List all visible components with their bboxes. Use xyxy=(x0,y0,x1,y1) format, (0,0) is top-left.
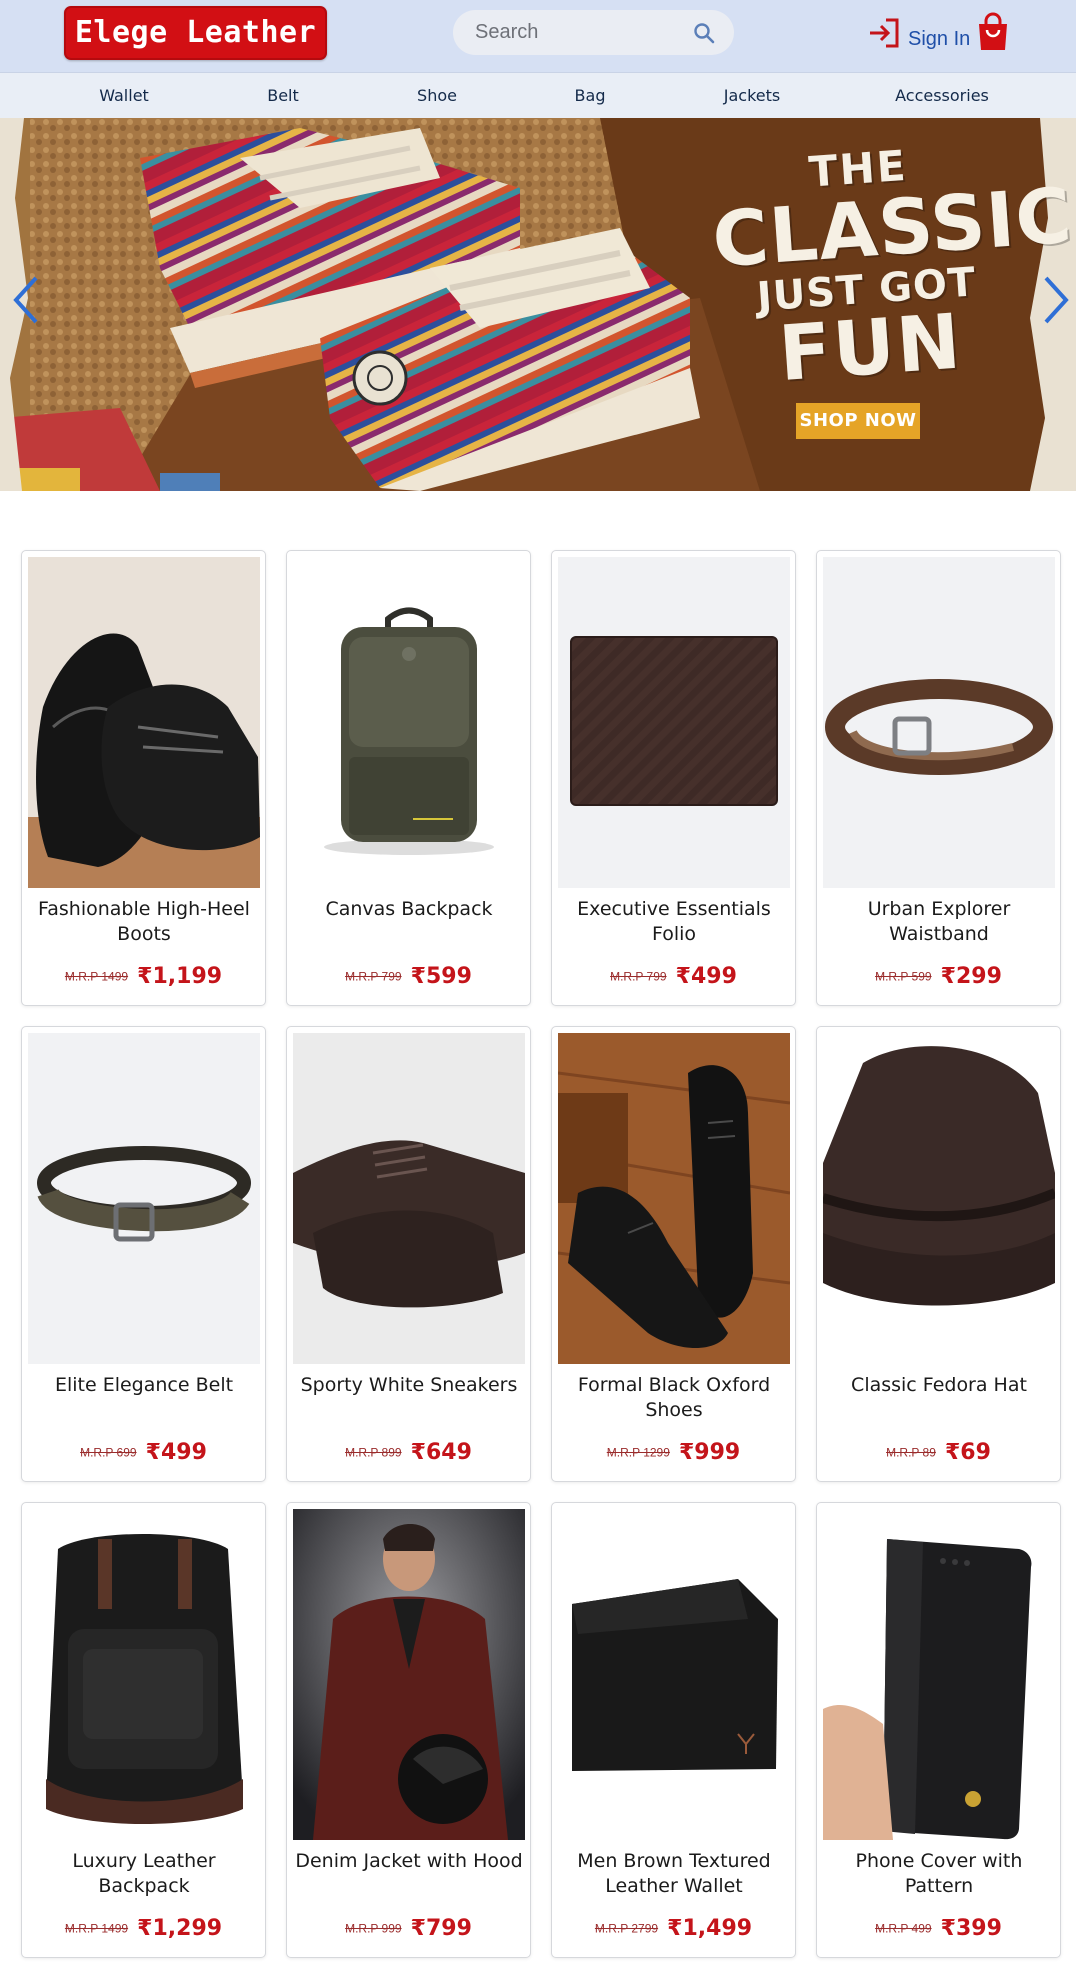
mrp-price: M.R.P 2799 xyxy=(594,1921,659,1936)
site-header: Elege Leather Sign In xyxy=(0,0,1076,72)
mrp-price: M.R.P 89 xyxy=(886,1445,936,1460)
product-image-brown-derby-shoes[interactable] xyxy=(293,1033,525,1364)
shop-now-button[interactable]: SHOP NOW xyxy=(796,403,920,439)
nav-item-jackets[interactable]: Jackets xyxy=(724,73,780,119)
product-name[interactable]: Sporty White Sneakers xyxy=(295,1373,523,1398)
product-image-black-oxford-shoes[interactable] xyxy=(558,1033,790,1364)
sale-price: ₹599 xyxy=(410,964,472,989)
mrp-price: M.R.P 599 xyxy=(875,969,932,984)
product-name[interactable]: Phone Cover with Pattern xyxy=(825,1849,1053,1899)
nav-item-wallet[interactable]: Wallet xyxy=(99,73,149,119)
product-image-phone-cover[interactable] xyxy=(823,1509,1055,1840)
sale-price: ₹649 xyxy=(410,1440,472,1465)
sale-price: ₹69 xyxy=(944,1440,991,1465)
search-bar xyxy=(453,10,734,55)
sale-price: ₹499 xyxy=(675,964,737,989)
product-image-olive-backpack[interactable] xyxy=(293,557,525,888)
sign-in-icon xyxy=(870,18,899,48)
price-row: M.R.P 2799 ₹1,499 xyxy=(552,1916,795,1941)
product-image-black-formal-shoes[interactable] xyxy=(28,557,260,888)
product-card[interactable]: Classic Fedora Hat M.R.P 89 ₹69 xyxy=(816,1026,1061,1482)
product-card[interactable]: Formal Black Oxford Shoes M.R.P 1299 ₹99… xyxy=(551,1026,796,1482)
product-card[interactable]: Canvas Backpack M.R.P 799 ₹599 xyxy=(286,550,531,1006)
product-card[interactable]: Men Brown Textured Leather Wallet M.R.P … xyxy=(551,1502,796,1958)
price-row: M.R.P 699 ₹499 xyxy=(22,1440,265,1465)
chevron-left-icon[interactable] xyxy=(12,274,40,326)
product-name[interactable]: Classic Fedora Hat xyxy=(825,1373,1053,1398)
price-row: M.R.P 599 ₹299 xyxy=(817,964,1060,989)
product-card[interactable]: Elite Elegance Belt M.R.P 699 ₹499 xyxy=(21,1026,266,1482)
sale-price: ₹299 xyxy=(940,964,1002,989)
product-card[interactable]: Fashionable High-Heel Boots M.R.P 1499 ₹… xyxy=(21,550,266,1006)
mrp-price: M.R.P 999 xyxy=(345,1921,402,1936)
price-row: M.R.P 1499 ₹1,299 xyxy=(22,1916,265,1941)
price-row: M.R.P 799 ₹499 xyxy=(552,964,795,989)
product-name[interactable]: Luxury Leather Backpack xyxy=(30,1849,258,1899)
product-image-black-wallet[interactable] xyxy=(558,1509,790,1840)
search-icon[interactable] xyxy=(692,21,716,45)
nav-item-bag[interactable]: Bag xyxy=(575,73,606,119)
product-image-brown-belt[interactable] xyxy=(823,557,1055,888)
product-name[interactable]: Urban Explorer Waistband xyxy=(825,897,1053,947)
mrp-price: M.R.P 799 xyxy=(610,969,667,984)
mrp-price: M.R.P 799 xyxy=(345,969,402,984)
product-image-brown-wallet[interactable] xyxy=(558,557,790,888)
category-nav: Wallet Belt Shoe Bag Jackets Accessories xyxy=(0,72,1076,118)
mrp-price: M.R.P 1299 xyxy=(606,1445,670,1460)
sale-price: ₹1,299 xyxy=(137,1916,223,1941)
product-card[interactable]: Phone Cover with Pattern M.R.P 499 ₹399 xyxy=(816,1502,1061,1958)
sign-in-label: Sign In xyxy=(908,28,971,50)
product-name[interactable]: Executive Essentials Folio xyxy=(560,897,788,947)
sale-price: ₹1,199 xyxy=(137,964,223,989)
sale-price: ₹999 xyxy=(679,1440,741,1465)
price-row: M.R.P 89 ₹69 xyxy=(817,1440,1060,1465)
product-image-leather-hat[interactable] xyxy=(823,1033,1055,1364)
product-card[interactable]: Denim Jacket with Hood M.R.P 999 ₹799 xyxy=(286,1502,531,1958)
chevron-right-icon[interactable] xyxy=(1042,274,1070,326)
product-name[interactable]: Fashionable High-Heel Boots xyxy=(30,897,258,947)
product-card[interactable]: Luxury Leather Backpack M.R.P 1499 ₹1,29… xyxy=(21,1502,266,1958)
search-input[interactable] xyxy=(475,10,685,55)
hero-banner[interactable]: THE CLASSIC JUST GOT FUN SHOP NOW xyxy=(0,118,1076,491)
product-card[interactable]: Executive Essentials Folio M.R.P 799 ₹49… xyxy=(551,550,796,1006)
product-name[interactable]: Elite Elegance Belt xyxy=(30,1373,258,1398)
mrp-price: M.R.P 699 xyxy=(80,1445,137,1460)
product-card[interactable]: Urban Explorer Waistband M.R.P 599 ₹299 xyxy=(816,550,1061,1006)
price-row: M.R.P 999 ₹799 xyxy=(287,1916,530,1941)
product-name[interactable]: Denim Jacket with Hood xyxy=(295,1849,523,1874)
mrp-price: M.R.P 899 xyxy=(345,1445,402,1460)
price-row: M.R.P 899 ₹649 xyxy=(287,1440,530,1465)
product-name[interactable]: Canvas Backpack xyxy=(295,897,523,922)
sale-price: ₹399 xyxy=(940,1916,1002,1941)
mrp-price: M.R.P 1499 xyxy=(64,969,129,984)
shopping-bag-icon[interactable] xyxy=(976,12,1010,52)
price-row: M.R.P 1499 ₹1,199 xyxy=(22,964,265,989)
price-row: M.R.P 499 ₹399 xyxy=(817,1916,1060,1941)
sale-price: ₹799 xyxy=(410,1916,472,1941)
product-image-olive-belt[interactable] xyxy=(28,1033,260,1364)
hero-headline: THE CLASSIC JUST GOT FUN xyxy=(707,138,1075,398)
sale-price: ₹499 xyxy=(145,1440,207,1465)
mrp-price: M.R.P 499 xyxy=(875,1921,932,1936)
nav-item-accessories[interactable]: Accessories xyxy=(895,73,989,119)
brand-logo[interactable]: Elege Leather xyxy=(64,6,327,60)
price-row: M.R.P 1299 ₹999 xyxy=(552,1440,795,1465)
nav-item-shoe[interactable]: Shoe xyxy=(417,73,457,119)
product-name[interactable]: Men Brown Textured Leather Wallet xyxy=(560,1849,788,1899)
product-image-leather-jacket-man[interactable] xyxy=(293,1509,525,1840)
product-name[interactable]: Formal Black Oxford Shoes xyxy=(560,1373,788,1423)
price-row: M.R.P 799 ₹599 xyxy=(287,964,530,989)
mrp-price: M.R.P 1499 xyxy=(64,1921,129,1936)
product-image-black-leather-backpack[interactable] xyxy=(28,1509,260,1840)
sign-in-link[interactable]: Sign In xyxy=(866,14,990,54)
product-card[interactable]: Sporty White Sneakers M.R.P 899 ₹649 xyxy=(286,1026,531,1482)
sale-price: ₹1,499 xyxy=(667,1916,753,1941)
nav-item-belt[interactable]: Belt xyxy=(267,73,299,119)
